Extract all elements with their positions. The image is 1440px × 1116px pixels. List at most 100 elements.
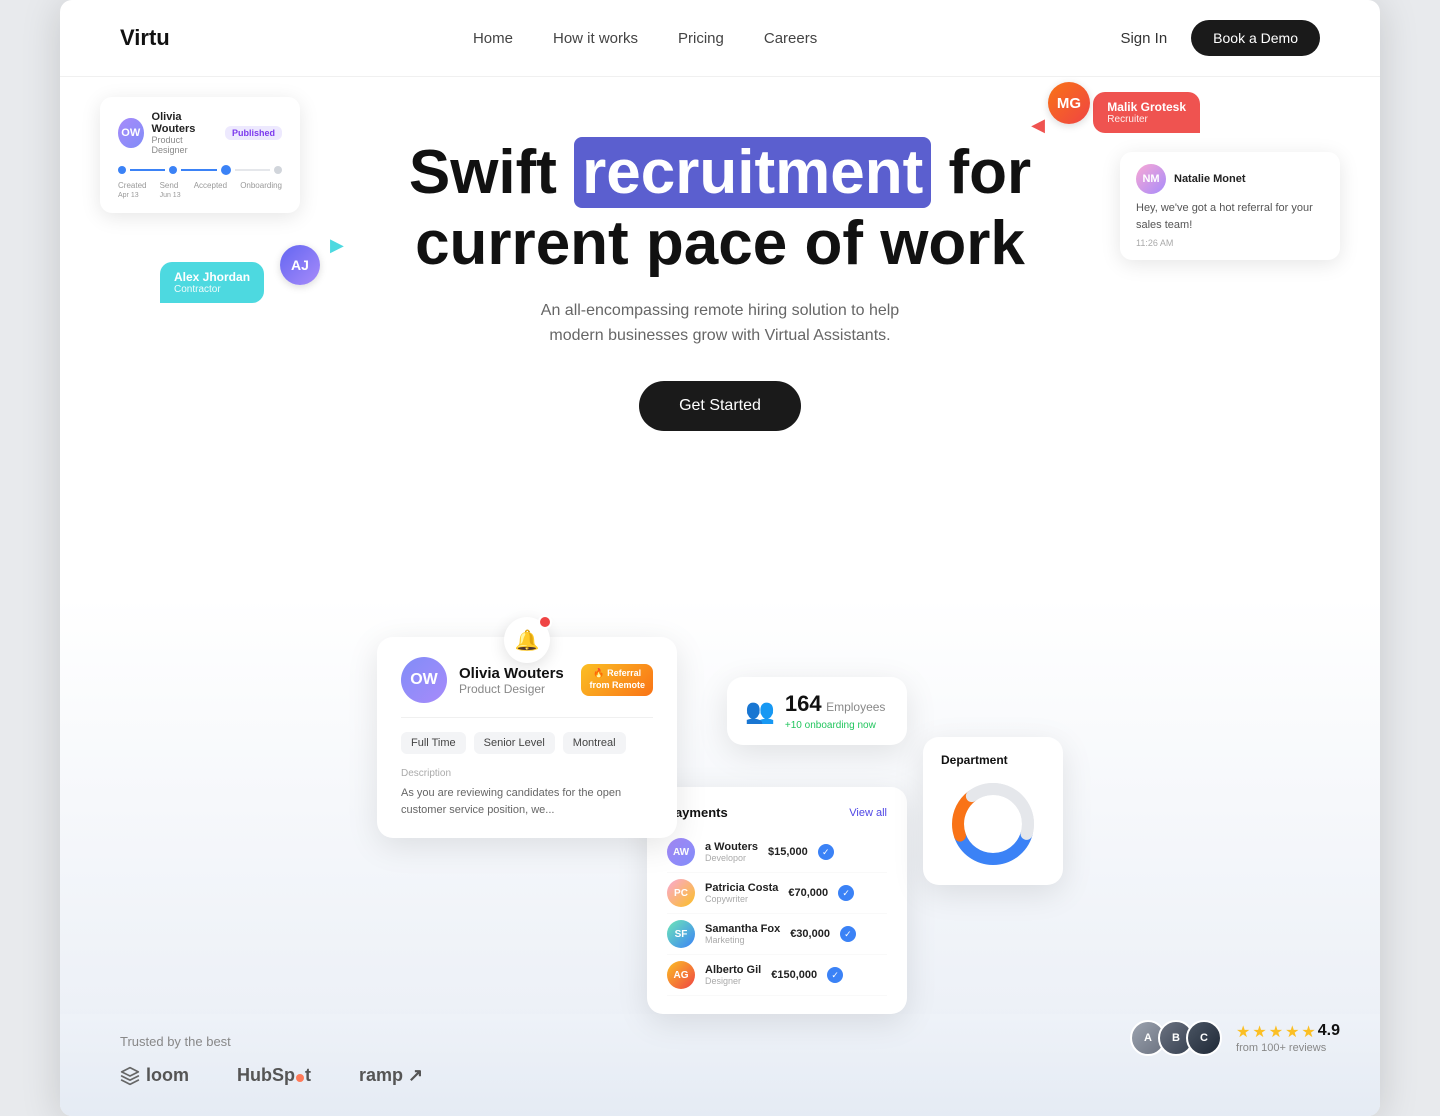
bottom-row: 🔔 OW Olivia Wouters Product Desiger 🔥 Re…: [60, 597, 1380, 1116]
payment-check-3: ✓: [827, 967, 843, 983]
tag-senior-level: Senior Level: [474, 732, 555, 754]
candidate-name: Olivia Wouters: [459, 665, 564, 682]
step-send-dot: [169, 166, 177, 174]
step-line-2: [181, 169, 216, 171]
nav-pricing[interactable]: Pricing: [678, 30, 724, 47]
ramp-logo-text: ramp ↗: [359, 1065, 423, 1086]
reviews-section: A B C ★ ★ ★ ★ ★ 4.9 from 100+ reviews: [1130, 1020, 1340, 1056]
profile-status-badge: Published: [225, 126, 282, 140]
candidate-card: OW Olivia Wouters Product Desiger 🔥 Refe…: [377, 637, 677, 838]
payment-name-2: Samantha Fox: [705, 923, 780, 935]
step-line-3: [235, 169, 270, 171]
nav-home[interactable]: Home: [473, 30, 513, 47]
step-created-label: CreatedApr 13: [118, 181, 146, 199]
navbar: Virtu Home How it works Pricing Careers …: [60, 0, 1380, 77]
payment-name-0: a Wouters: [705, 841, 758, 853]
contractor-bubble: Alex Jhordan Contractor: [160, 262, 264, 303]
nav-links: Home How it works Pricing Careers: [473, 30, 817, 47]
hero-subtitle: An all-encompassing remote hiring soluti…: [520, 298, 920, 349]
hero-title-prefix: Swift: [409, 138, 574, 207]
message-body: Hey, we've got a hot referral for your s…: [1136, 200, 1324, 233]
payment-row-2: SF Samantha Fox Marketing €30,000 ✓: [667, 914, 887, 955]
candidate-role: Product Desiger: [459, 682, 564, 696]
payment-amount-0: $15,000: [768, 846, 808, 858]
referral-badge: 🔥 Referralfrom Remote: [581, 664, 653, 695]
contractor-arrow-icon: ▶: [330, 235, 344, 256]
step-accepted-dot: [221, 165, 231, 175]
sign-in-link[interactable]: Sign In: [1120, 30, 1167, 47]
payment-row: AW a Wouters Developor $15,000 ✓: [667, 832, 887, 873]
payment-role-1: Copywriter: [705, 894, 778, 904]
nav-actions: Sign In Book a Demo: [1120, 20, 1320, 56]
step-created-dot: [118, 166, 126, 174]
payment-amount-2: €30,000: [790, 928, 830, 940]
payment-check-0: ✓: [818, 844, 834, 860]
payment-avatar-2: SF: [667, 920, 695, 948]
brand-logos: loom HubSpt ramp ↗: [120, 1065, 1320, 1086]
step-line-1: [130, 169, 165, 171]
message-card: NM Natalie Monet Hey, we've got a hot re…: [1120, 152, 1340, 260]
bell-notification[interactable]: 🔔: [504, 617, 550, 663]
employees-sub: +10 onboarding now: [785, 720, 886, 731]
payment-avatar-3: AG: [667, 961, 695, 989]
tag-full-time: Full Time: [401, 732, 466, 754]
candidate-avatar: OW: [401, 657, 447, 703]
hero-title-highlight: recruitment: [574, 137, 931, 208]
loom-logo: loom: [120, 1065, 189, 1086]
department-title: Department: [941, 753, 1045, 767]
payment-name-3: Alberto Gil: [705, 964, 761, 976]
nav-careers[interactable]: Careers: [764, 30, 817, 47]
star-2: ★: [1252, 1022, 1266, 1042]
star-4: ★: [1285, 1022, 1299, 1042]
payment-row-1: PC Patricia Costa Copywriter €70,000 ✓: [667, 873, 887, 914]
recruiter-arrow-icon: ◀: [1031, 115, 1045, 136]
logo: Virtu: [120, 25, 170, 51]
description-text: As you are reviewing candidates for the …: [401, 785, 653, 818]
star-1: ★: [1236, 1022, 1250, 1042]
payment-row-3: AG Alberto Gil Designer €150,000 ✓: [667, 955, 887, 996]
review-info: ★ ★ ★ ★ ★ 4.9 from 100+ reviews: [1236, 1022, 1340, 1054]
contractor-avatar: AJ: [280, 245, 320, 285]
book-demo-button[interactable]: Book a Demo: [1191, 20, 1320, 56]
payment-avatar-1: PC: [667, 879, 695, 907]
hubspot-logo: HubSpt: [237, 1065, 311, 1086]
step-accepted-label: Accepted: [194, 181, 227, 199]
recruiter-bubble: Malik Grotesk Recruiter: [1093, 92, 1200, 133]
donut-chart: [941, 779, 1045, 869]
hero-section: Swift recruitment forcurrent pace of wor…: [60, 77, 1380, 597]
nav-how-it-works[interactable]: How it works: [553, 30, 638, 47]
message-sender-name: Natalie Monet: [1174, 173, 1246, 185]
browser-window: Virtu Home How it works Pricing Careers …: [60, 0, 1380, 1116]
department-card: Department: [923, 737, 1063, 885]
review-avatar-2: C: [1186, 1020, 1222, 1056]
employees-label: Employees: [826, 700, 885, 714]
step-onboarding-label: Onboarding: [240, 181, 282, 199]
hubspot-logo-text: HubSpt: [237, 1065, 311, 1086]
payment-check-2: ✓: [840, 926, 856, 942]
payments-card: payments View all AW a Wouters Developor…: [647, 787, 907, 1014]
tag-montreal: Montreal: [563, 732, 626, 754]
view-all-link[interactable]: View all: [849, 807, 887, 819]
loom-logo-text: loom: [146, 1065, 189, 1086]
message-time: 11:26 AM: [1136, 238, 1324, 248]
payment-amount-1: €70,000: [788, 887, 828, 899]
contractor-name: Alex Jhordan: [174, 270, 250, 284]
payment-amount-3: €150,000: [771, 969, 817, 981]
recruiter-type: Recruiter: [1107, 114, 1186, 125]
employees-icon: 👥: [745, 697, 775, 726]
review-from: from 100+ reviews: [1236, 1042, 1340, 1054]
get-started-button[interactable]: Get Started: [639, 381, 801, 431]
profile-name-small: Olivia Wouters: [152, 111, 217, 135]
employees-count: 164: [785, 691, 822, 716]
ramp-logo: ramp ↗: [359, 1065, 423, 1086]
bell-badge: [538, 615, 552, 629]
payment-role-2: Marketing: [705, 935, 780, 945]
cards-layout: 🔔 OW Olivia Wouters Product Desiger 🔥 Re…: [270, 597, 1170, 1014]
review-score: 4.9: [1318, 1022, 1340, 1042]
employees-card: 👥 164 Employees +10 onboarding now: [727, 677, 907, 745]
payment-role-0: Developor: [705, 853, 758, 863]
recruiter-avatar: MG: [1048, 82, 1090, 124]
bell-icon: 🔔: [515, 628, 540, 653]
profile-role-small: Product Designer: [152, 135, 217, 155]
payment-role-3: Designer: [705, 976, 761, 986]
